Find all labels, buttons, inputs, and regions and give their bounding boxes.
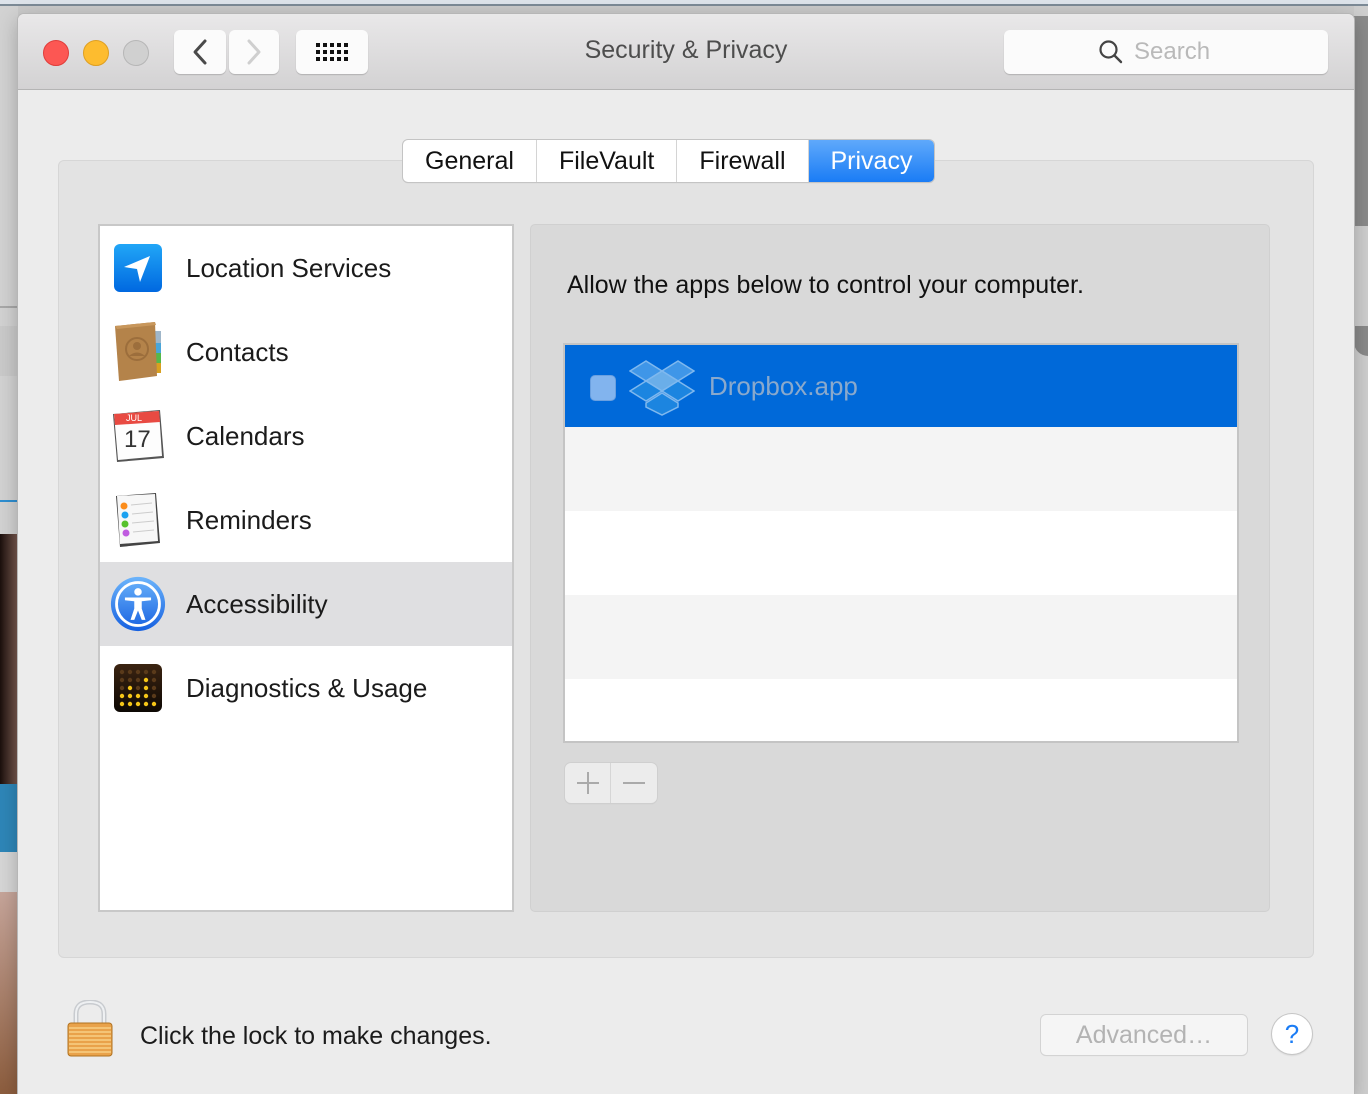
- tab-bar: General FileVault Firewall Privacy: [403, 140, 935, 182]
- app-name: Dropbox.app: [709, 371, 858, 401]
- empty-list-row: [565, 679, 1237, 741]
- dropbox-icon: [629, 360, 695, 416]
- desktop-top-edge: [0, 0, 1368, 6]
- allowed-apps-list[interactable]: Dropbox.app: [563, 343, 1239, 743]
- sidebar-item-accessibility[interactable]: Accessibility: [100, 562, 512, 646]
- sidebar-item-location-services[interactable]: Location Services: [100, 226, 512, 310]
- accessibility-detail-pane: Allow the apps below to control your com…: [530, 224, 1270, 912]
- app-enable-checkbox[interactable]: [590, 375, 616, 401]
- empty-list-row: [565, 511, 1237, 595]
- empty-list-row: [565, 595, 1237, 679]
- diagnostics-icon: [110, 660, 166, 716]
- contacts-book-icon: [110, 322, 166, 381]
- help-button[interactable]: ?: [1272, 1014, 1312, 1054]
- padlock-icon: [67, 999, 113, 1057]
- tab-privacy[interactable]: Privacy: [808, 140, 935, 182]
- title-bar: Security & Privacy: [18, 14, 1354, 90]
- add-remove-buttons: [565, 763, 657, 803]
- sidebar-item-label: Accessibility: [186, 588, 328, 619]
- plus-icon: [576, 772, 599, 794]
- sidebar-item-reminders[interactable]: Reminders: [100, 478, 512, 562]
- calendar-day: 17: [124, 426, 151, 453]
- sidebar-item-contacts[interactable]: Contacts: [100, 310, 512, 394]
- background-window-left: [0, 6, 18, 1094]
- sidebar-item-calendars[interactable]: JUL 17 Calendars: [100, 394, 512, 478]
- lock-button[interactable]: [66, 999, 114, 1058]
- empty-list-row: [565, 427, 1237, 511]
- sidebar-item-label: Contacts: [186, 336, 289, 367]
- sidebar-item-label: Reminders: [186, 504, 312, 535]
- add-app-button[interactable]: [565, 763, 611, 803]
- detail-heading: Allow the apps below to control your com…: [567, 271, 1084, 299]
- search-icon: [1099, 40, 1123, 64]
- security-privacy-window: Security & Privacy General FileVault Fir…: [18, 14, 1354, 1094]
- sidebar-item-diagnostics-usage[interactable]: Diagnostics & Usage: [100, 646, 512, 730]
- search-input[interactable]: [1134, 38, 1234, 66]
- sidebar-item-label: Diagnostics & Usage: [186, 672, 428, 703]
- minus-icon: [623, 782, 645, 784]
- calendar-month: JUL: [126, 413, 143, 423]
- lock-status-text: Click the lock to make changes.: [140, 1022, 492, 1050]
- tab-firewall[interactable]: Firewall: [677, 140, 809, 182]
- sidebar-item-label: Location Services: [186, 252, 392, 283]
- tab-filevault[interactable]: FileVault: [537, 140, 678, 182]
- location-arrow-icon: [110, 240, 166, 296]
- accessibility-icon: [110, 576, 166, 632]
- background-window-right: [1354, 6, 1368, 1094]
- remove-app-button[interactable]: [611, 763, 657, 803]
- sidebar-item-label: Calendars: [186, 420, 305, 451]
- calendar-icon: JUL 17: [110, 408, 166, 464]
- privacy-category-list: Location Services Contacts JUL 17 Calend…: [98, 224, 514, 912]
- search-field[interactable]: [1004, 30, 1328, 74]
- reminders-list-icon: [110, 492, 166, 548]
- app-row-dropbox[interactable]: Dropbox.app: [565, 345, 1237, 427]
- advanced-button[interactable]: Advanced…: [1041, 1015, 1247, 1055]
- tab-general[interactable]: General: [403, 140, 537, 182]
